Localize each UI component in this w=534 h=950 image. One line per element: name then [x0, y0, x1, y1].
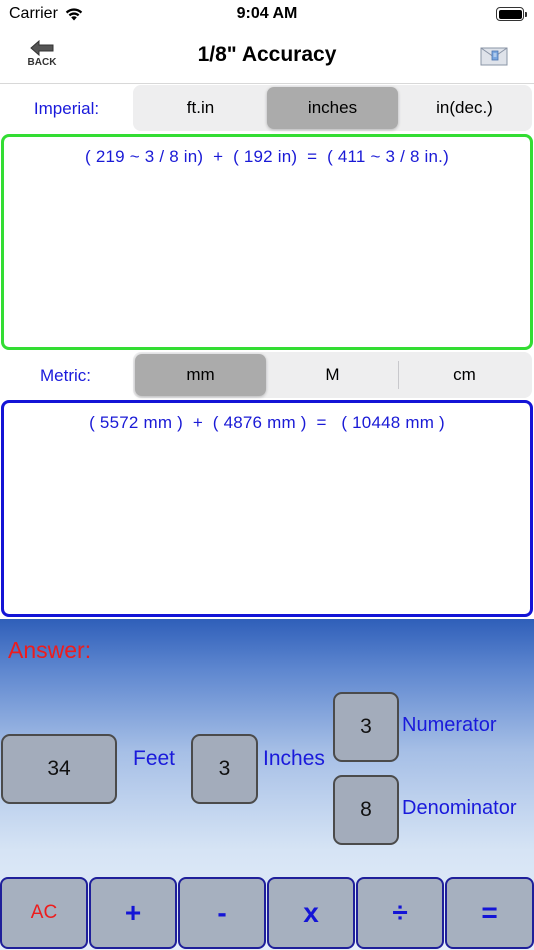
navigation-bar: BACK 1/8" Accuracy	[0, 30, 534, 84]
denominator-label: Denominator	[402, 797, 517, 819]
segment-cm[interactable]: cm	[399, 354, 530, 396]
segment-in-dec[interactable]: in(dec.)	[399, 87, 530, 129]
all-clear-button[interactable]: AC	[0, 877, 88, 949]
denominator-input[interactable]: 8	[333, 775, 399, 845]
mail-icon	[480, 47, 508, 66]
subtract-button[interactable]: -	[178, 877, 266, 949]
answer-label: Answer:	[8, 637, 92, 663]
metric-unit-row: Metric: mm M cm	[0, 352, 534, 400]
imperial-label: Imperial:	[33, 99, 100, 118]
multiply-button[interactable]: x	[267, 877, 355, 949]
battery-icon	[496, 7, 527, 21]
mail-button[interactable]	[480, 45, 508, 67]
divide-button[interactable]: ÷	[356, 877, 444, 949]
numerator-label: Numerator	[402, 714, 497, 736]
imperial-unit-row: Imperial: ft.in inches in(dec.)	[0, 85, 534, 133]
metric-label: Metric:	[40, 366, 91, 385]
metric-segmented-control: mm M cm	[133, 352, 532, 398]
status-bar: Carrier 9:04 AM	[0, 0, 534, 30]
inches-input[interactable]: 3	[191, 734, 258, 804]
answer-panel: Answer: 34 Feet 3 Inches 3 Numerator 8 D…	[0, 619, 534, 950]
metric-result-text: ( 5572 mm ) + ( 4876 mm ) = ( 10448 mm )	[89, 413, 445, 432]
operator-keypad: AC + - x ÷ =	[0, 877, 534, 950]
imperial-result-text: ( 219 ~ 3 / 8 in) + ( 192 in) = ( 411 ~ …	[85, 147, 449, 166]
metric-result-box[interactable]: ( 5572 mm ) + ( 4876 mm ) = ( 10448 mm )	[1, 400, 533, 617]
feet-label: Feet	[133, 747, 176, 770]
feet-input[interactable]: 34	[1, 734, 117, 804]
add-button[interactable]: +	[89, 877, 177, 949]
segment-m[interactable]: M	[267, 354, 398, 396]
page-title: 1/8" Accuracy	[197, 43, 337, 66]
imperial-result-box[interactable]: ( 219 ~ 3 / 8 in) + ( 192 in) = ( 411 ~ …	[1, 134, 533, 350]
segment-mm[interactable]: mm	[135, 354, 266, 396]
equals-button[interactable]: =	[445, 877, 534, 949]
inches-label: Inches	[263, 747, 325, 770]
segment-ft-in[interactable]: ft.in	[135, 87, 266, 129]
imperial-segmented-control: ft.in inches in(dec.)	[133, 85, 532, 131]
segment-inches[interactable]: inches	[267, 87, 398, 129]
numerator-input[interactable]: 3	[333, 692, 399, 762]
clock: 9:04 AM	[236, 5, 298, 22]
